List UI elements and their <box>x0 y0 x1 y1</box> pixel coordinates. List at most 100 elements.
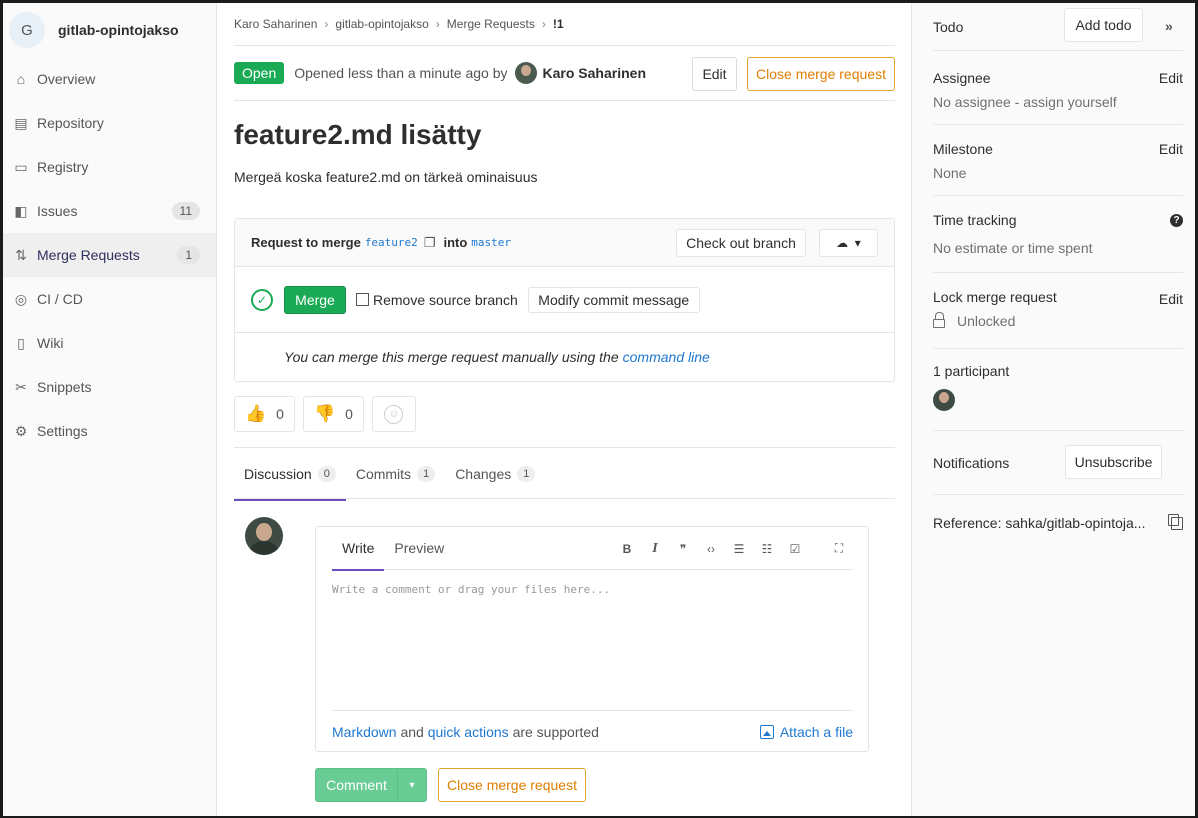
chevron-right-icon: › <box>435 17 440 31</box>
time-tracking-block: Time tracking ? No estimate or time spen… <box>933 212 1183 273</box>
project-name[interactable]: gitlab-opintojakso <box>58 22 179 38</box>
quick-actions-link[interactable]: quick actions <box>428 724 509 740</box>
tab-preview[interactable]: Preview <box>384 527 454 570</box>
image-icon <box>759 725 774 739</box>
caret-down-icon: ▾ <box>409 779 415 791</box>
doc-icon: ▤ <box>14 114 28 131</box>
download-dropdown-button[interactable]: ☁ ▾ <box>819 229 878 257</box>
close-merge-request-button[interactable]: Close merge request <box>747 57 895 91</box>
breadcrumb-current[interactable]: !1 <box>553 17 564 31</box>
add-reaction-button[interactable]: ☺ <box>371 396 416 432</box>
bold-icon[interactable]: B <box>613 542 641 556</box>
question-icon[interactable]: ? <box>1170 214 1183 227</box>
gear-icon: ⚙ <box>14 422 28 439</box>
modify-commit-message-button[interactable]: Modify commit message <box>527 286 700 313</box>
scissors-icon: ✂ <box>15 378 27 395</box>
participants-label: 1 participant <box>933 363 1010 379</box>
manual-merge-info: You can merge this merge request manuall… <box>235 333 894 381</box>
lock-value: Unlocked <box>957 313 1016 329</box>
numbered-list-icon[interactable]: ☷ <box>753 542 781 556</box>
nav-merge-requests[interactable]: ⇅ Merge Requests 1 <box>3 233 216 277</box>
tab-changes[interactable]: Changes 1 <box>445 448 545 500</box>
thumbsdown-award[interactable]: 👎 0 <box>302 396 364 432</box>
comment-textarea[interactable]: Write a comment or drag your files here.… <box>332 583 610 596</box>
nav-label: Snippets <box>37 379 92 395</box>
comment-button[interactable]: Comment <box>315 768 398 802</box>
assignee-value[interactable]: No assignee - assign yourself <box>933 94 1183 110</box>
breadcrumb-user[interactable]: Karo Saharinen <box>234 17 317 31</box>
lock-edit-link[interactable]: Edit <box>1159 291 1183 307</box>
nav-snippets[interactable]: ✂ Snippets <box>3 365 216 409</box>
editor-tabs: Write Preview B I ❞ ‹› ☰ ☷ ☑ ⛶ <box>332 527 853 571</box>
lock-block: Lock merge request Edit Unlocked <box>933 289 1183 349</box>
reference-text: Reference: sahka/gitlab-opintoja... <box>933 515 1146 531</box>
thumbsdown-count: 0 <box>345 406 353 422</box>
monitor-icon: ▭ <box>14 158 28 175</box>
assignee-block: Assignee Edit No assignee - assign yours… <box>933 70 1183 125</box>
issuable-sidebar: Todo Add todo » Assignee Edit No assigne… <box>911 3 1195 816</box>
nav-label: Wiki <box>37 335 64 351</box>
participants-block: 1 participant <box>933 363 1183 431</box>
attach-label: Attach a file <box>779 724 853 740</box>
collapse-sidebar-icon[interactable]: » <box>1165 18 1173 34</box>
merge-button[interactable]: Merge <box>284 285 346 314</box>
milestone-edit-link[interactable]: Edit <box>1159 141 1183 157</box>
markdown-link[interactable]: Markdown <box>332 724 397 740</box>
tab-discussion[interactable]: Discussion 0 <box>234 448 346 501</box>
avatar[interactable] <box>245 517 283 555</box>
nav-overview[interactable]: ⌂ Overview <box>3 57 216 101</box>
remove-source-branch-checkbox[interactable] <box>356 293 369 306</box>
tab-count: 1 <box>517 466 536 482</box>
thumbsup-award[interactable]: 👍 0 <box>234 396 295 432</box>
italic-icon[interactable]: I <box>641 541 669 557</box>
manual-merge-text: You can merge this merge request manuall… <box>284 349 619 365</box>
code-icon[interactable]: ‹› <box>697 542 725 556</box>
check-out-branch-button[interactable]: Check out branch <box>676 229 806 257</box>
project-nav: ⌂ Overview ▤ Repository ▭ Registry ◧ Iss… <box>3 57 216 453</box>
merge-widget-header: Request to merge feature2 ❐ into master … <box>235 219 894 267</box>
unsubscribe-button[interactable]: Unsubscribe <box>1065 445 1162 479</box>
milestone-label: Milestone <box>933 141 993 157</box>
command-line-link[interactable]: command line <box>623 349 710 365</box>
copy-icon[interactable]: ❐ <box>424 235 436 251</box>
tab-count: 0 <box>317 466 336 482</box>
comment-type-dropdown[interactable]: ▾ <box>397 768 427 802</box>
copy-icon[interactable] <box>1168 514 1183 530</box>
project-header[interactable]: G gitlab-opintojakso <box>3 3 216 57</box>
tab-write[interactable]: Write <box>332 527 385 571</box>
breadcrumb-project[interactable]: gitlab-opintojakso <box>335 17 428 31</box>
todo-block: Todo <box>933 3 1183 51</box>
book-icon: ▯ <box>17 334 25 351</box>
nav-wiki[interactable]: ▯ Wiki <box>3 321 216 365</box>
nav-settings[interactable]: ⚙ Settings <box>3 409 216 453</box>
bullet-list-icon[interactable]: ☰ <box>725 542 753 556</box>
nav-issues[interactable]: ◧ Issues 11 <box>3 189 216 233</box>
author-avatar[interactable] <box>514 62 537 84</box>
author-name[interactable]: Karo Saharinen <box>543 65 646 81</box>
nav-registry[interactable]: ▭ Registry <box>3 145 216 189</box>
attach-file-button[interactable]: Attach a file <box>759 724 853 740</box>
add-todo-button[interactable]: Add todo <box>1064 8 1143 42</box>
assignee-edit-link[interactable]: Edit <box>1159 70 1183 86</box>
nav-repository[interactable]: ▤ Repository <box>3 101 216 145</box>
edit-button[interactable]: Edit <box>692 57 737 91</box>
comment-editor: Write Preview B I ❞ ‹› ☰ ☷ ☑ ⛶ Write a c… <box>315 526 869 752</box>
lock-label: Lock merge request <box>933 289 1057 305</box>
avatar[interactable] <box>933 389 955 411</box>
remove-source-branch-label[interactable]: Remove source branch <box>373 292 518 308</box>
tab-count: 1 <box>417 466 436 482</box>
task-list-icon[interactable]: ☑ <box>781 542 809 556</box>
quote-icon[interactable]: ❞ <box>669 542 697 556</box>
nav-label: Repository <box>37 115 104 131</box>
issues-count-badge: 11 <box>171 202 200 220</box>
check-circle-icon: ✓ <box>251 288 273 311</box>
source-branch[interactable]: feature2 <box>365 236 418 249</box>
breadcrumb-merge-requests[interactable]: Merge Requests <box>447 17 535 31</box>
close-merge-request-button[interactable]: Close merge request <box>438 768 586 802</box>
tab-commits[interactable]: Commits 1 <box>346 448 445 500</box>
nav-cicd[interactable]: ◎ CI / CD <box>3 277 216 321</box>
nav-label: Registry <box>37 159 89 175</box>
fullscreen-icon[interactable]: ⛶ <box>825 541 853 556</box>
target-branch[interactable]: master <box>471 236 511 249</box>
chevron-right-icon: › <box>541 17 546 31</box>
